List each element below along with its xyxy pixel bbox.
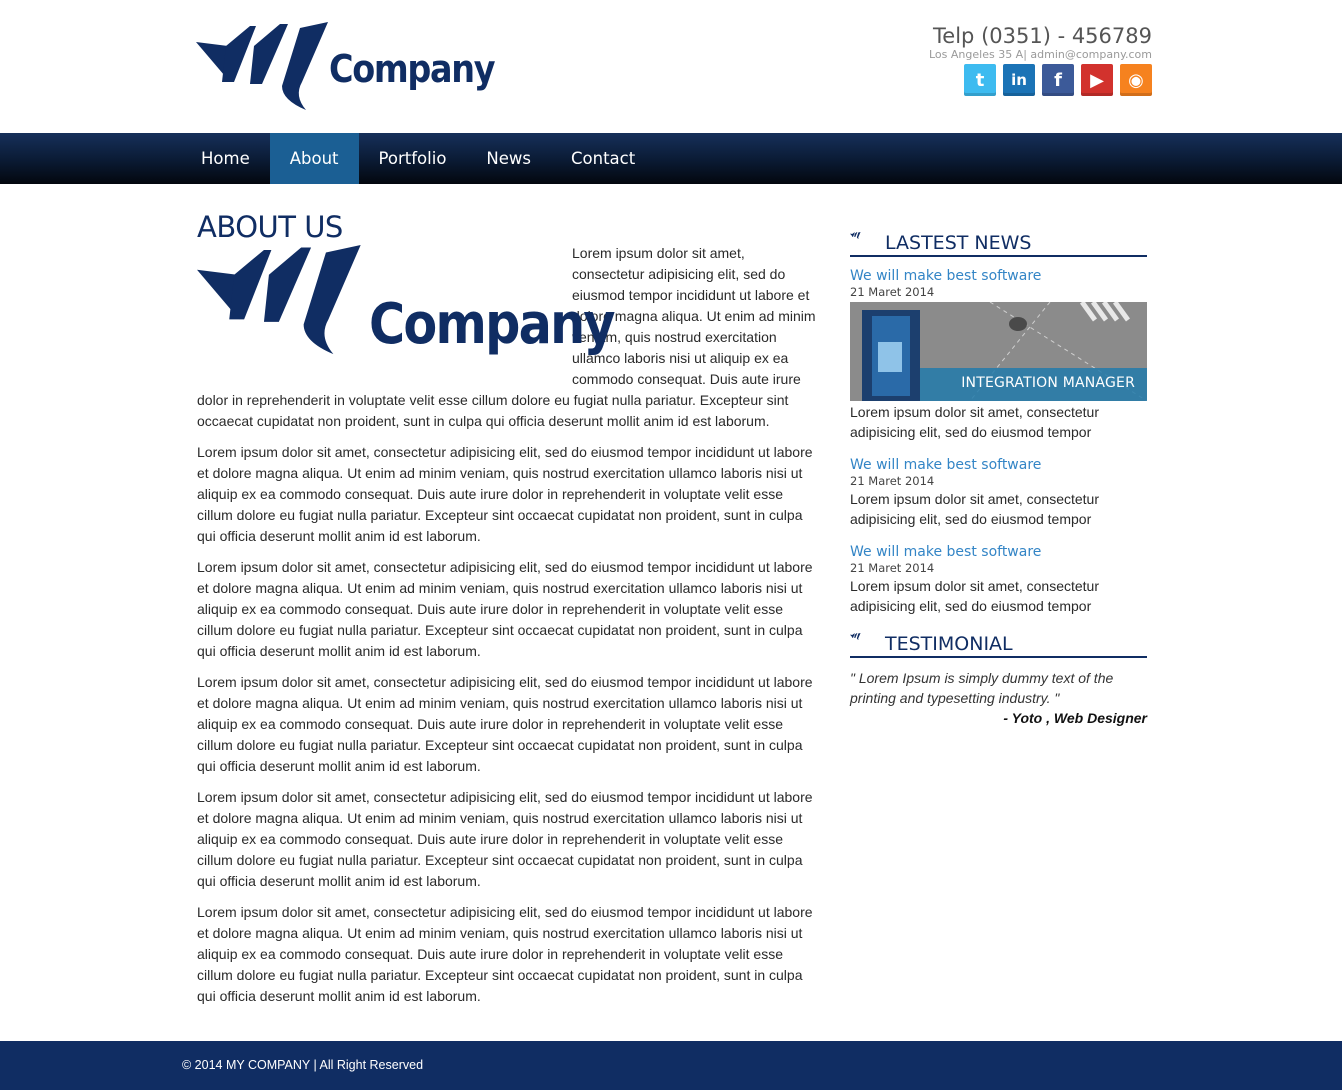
header-contact: Telp (0351) - 456789 Los Angeles 35 A| a… [929, 24, 1152, 61]
footer: © 2014 MY COMPANY | All Right Reserved [0, 1041, 1342, 1090]
paragraph: Lorem ipsum dolor sit amet, consectetur … [197, 674, 813, 774]
paragraph: Lorem ipsum dolor sit amet, consectetur … [197, 789, 813, 889]
news-date: 21 Maret 2014 [850, 285, 935, 299]
social-links: t in f ▶ ◉ [964, 64, 1152, 96]
news-item: We will make best software 21 Maret 2014 L… [850, 456, 1147, 529]
news-item: We will make best software 21 Maret 2014 L… [850, 543, 1147, 616]
banner-caption-text: INTEGRATION MANAGER [961, 375, 1135, 391]
facebook-icon[interactable]: f [1042, 64, 1074, 96]
banner-caption: INTEGRATION MANAGER [920, 368, 1147, 401]
nav-item-contact[interactable]: Contact [551, 133, 655, 184]
paragraph: Lorem ipsum dolor sit amet, consectetur … [197, 444, 813, 544]
news-excerpt: Lorem ipsum dolor sit amet, consectetur … [850, 404, 1099, 440]
testimonial-author: - Yoto , Web Designer [1003, 710, 1147, 726]
testimonial-heading: TESTIMONIAL [850, 630, 1147, 658]
nav-item-home[interactable]: Home [181, 133, 270, 184]
phone-number: Telp (0351) - 456789 [933, 24, 1152, 48]
news-title-link[interactable]: We will make best software [850, 456, 1147, 474]
news-list: We will make best software 21 Maret 2014 I… [850, 267, 1147, 616]
twitter-icon[interactable]: t [964, 64, 996, 96]
nav-item-news[interactable]: News [466, 133, 551, 184]
nav-item-about[interactable]: About [269, 133, 359, 184]
news-date: 21 Maret 2014 [850, 474, 935, 488]
youtube-icon[interactable]: ▶ [1081, 64, 1113, 96]
page-title: ABOUT US [197, 210, 343, 244]
news-item: We will make best software 21 Maret 2014 I… [850, 267, 1147, 442]
copyright-text: © 2014 MY COMPANY | All Right Reserved [182, 1058, 424, 1072]
news-banner-image[interactable]: INTEGRATION MANAGER [850, 302, 1147, 401]
logo-wordmark: Company [329, 47, 496, 91]
section-title: LASTEST NEWS [885, 232, 1032, 254]
linkedin-icon[interactable]: in [1003, 64, 1035, 96]
nav-item-portfolio[interactable]: Portfolio [359, 133, 467, 184]
logo-mark-icon [850, 232, 861, 240]
news-excerpt: Lorem ipsum dolor sit amet, consectetur … [850, 491, 1099, 527]
news-title-link[interactable]: We will make best software [850, 267, 1147, 285]
about-logo-image: Company [197, 245, 616, 385]
main-nav: Home About Portfolio News Contact [181, 133, 655, 184]
latest-news-heading: LASTEST NEWS [850, 229, 1147, 257]
testimonial-quote: " Lorem Ipsum is simply dummy text of th… [850, 670, 1114, 706]
section-title: TESTIMONIAL [885, 633, 1013, 655]
logo-wordmark: Company [369, 292, 616, 357]
news-date: 21 Maret 2014 [850, 561, 935, 575]
logo-mark-icon [850, 633, 861, 641]
news-excerpt: Lorem ipsum dolor sit amet, consectetur … [850, 578, 1099, 614]
paragraph: Lorem ipsum dolor sit amet, consectetur … [197, 559, 813, 659]
nav-bar: Home About Portfolio News Contact [0, 133, 1342, 184]
sidebar: LASTEST NEWS We will make best software 2… [850, 229, 1147, 728]
address-email: Los Angeles 35 A| admin@company.com [929, 48, 1152, 61]
paragraph: Lorem ipsum dolor sit amet, consectetur … [197, 904, 813, 1004]
main-content: ABOUT US Company Lorem ipsum dolor sit a… [197, 211, 820, 1017]
site-logo[interactable]: Company [196, 22, 496, 112]
news-title-link[interactable]: We will make best software [850, 543, 1147, 561]
rss-icon[interactable]: ◉ [1120, 64, 1152, 96]
